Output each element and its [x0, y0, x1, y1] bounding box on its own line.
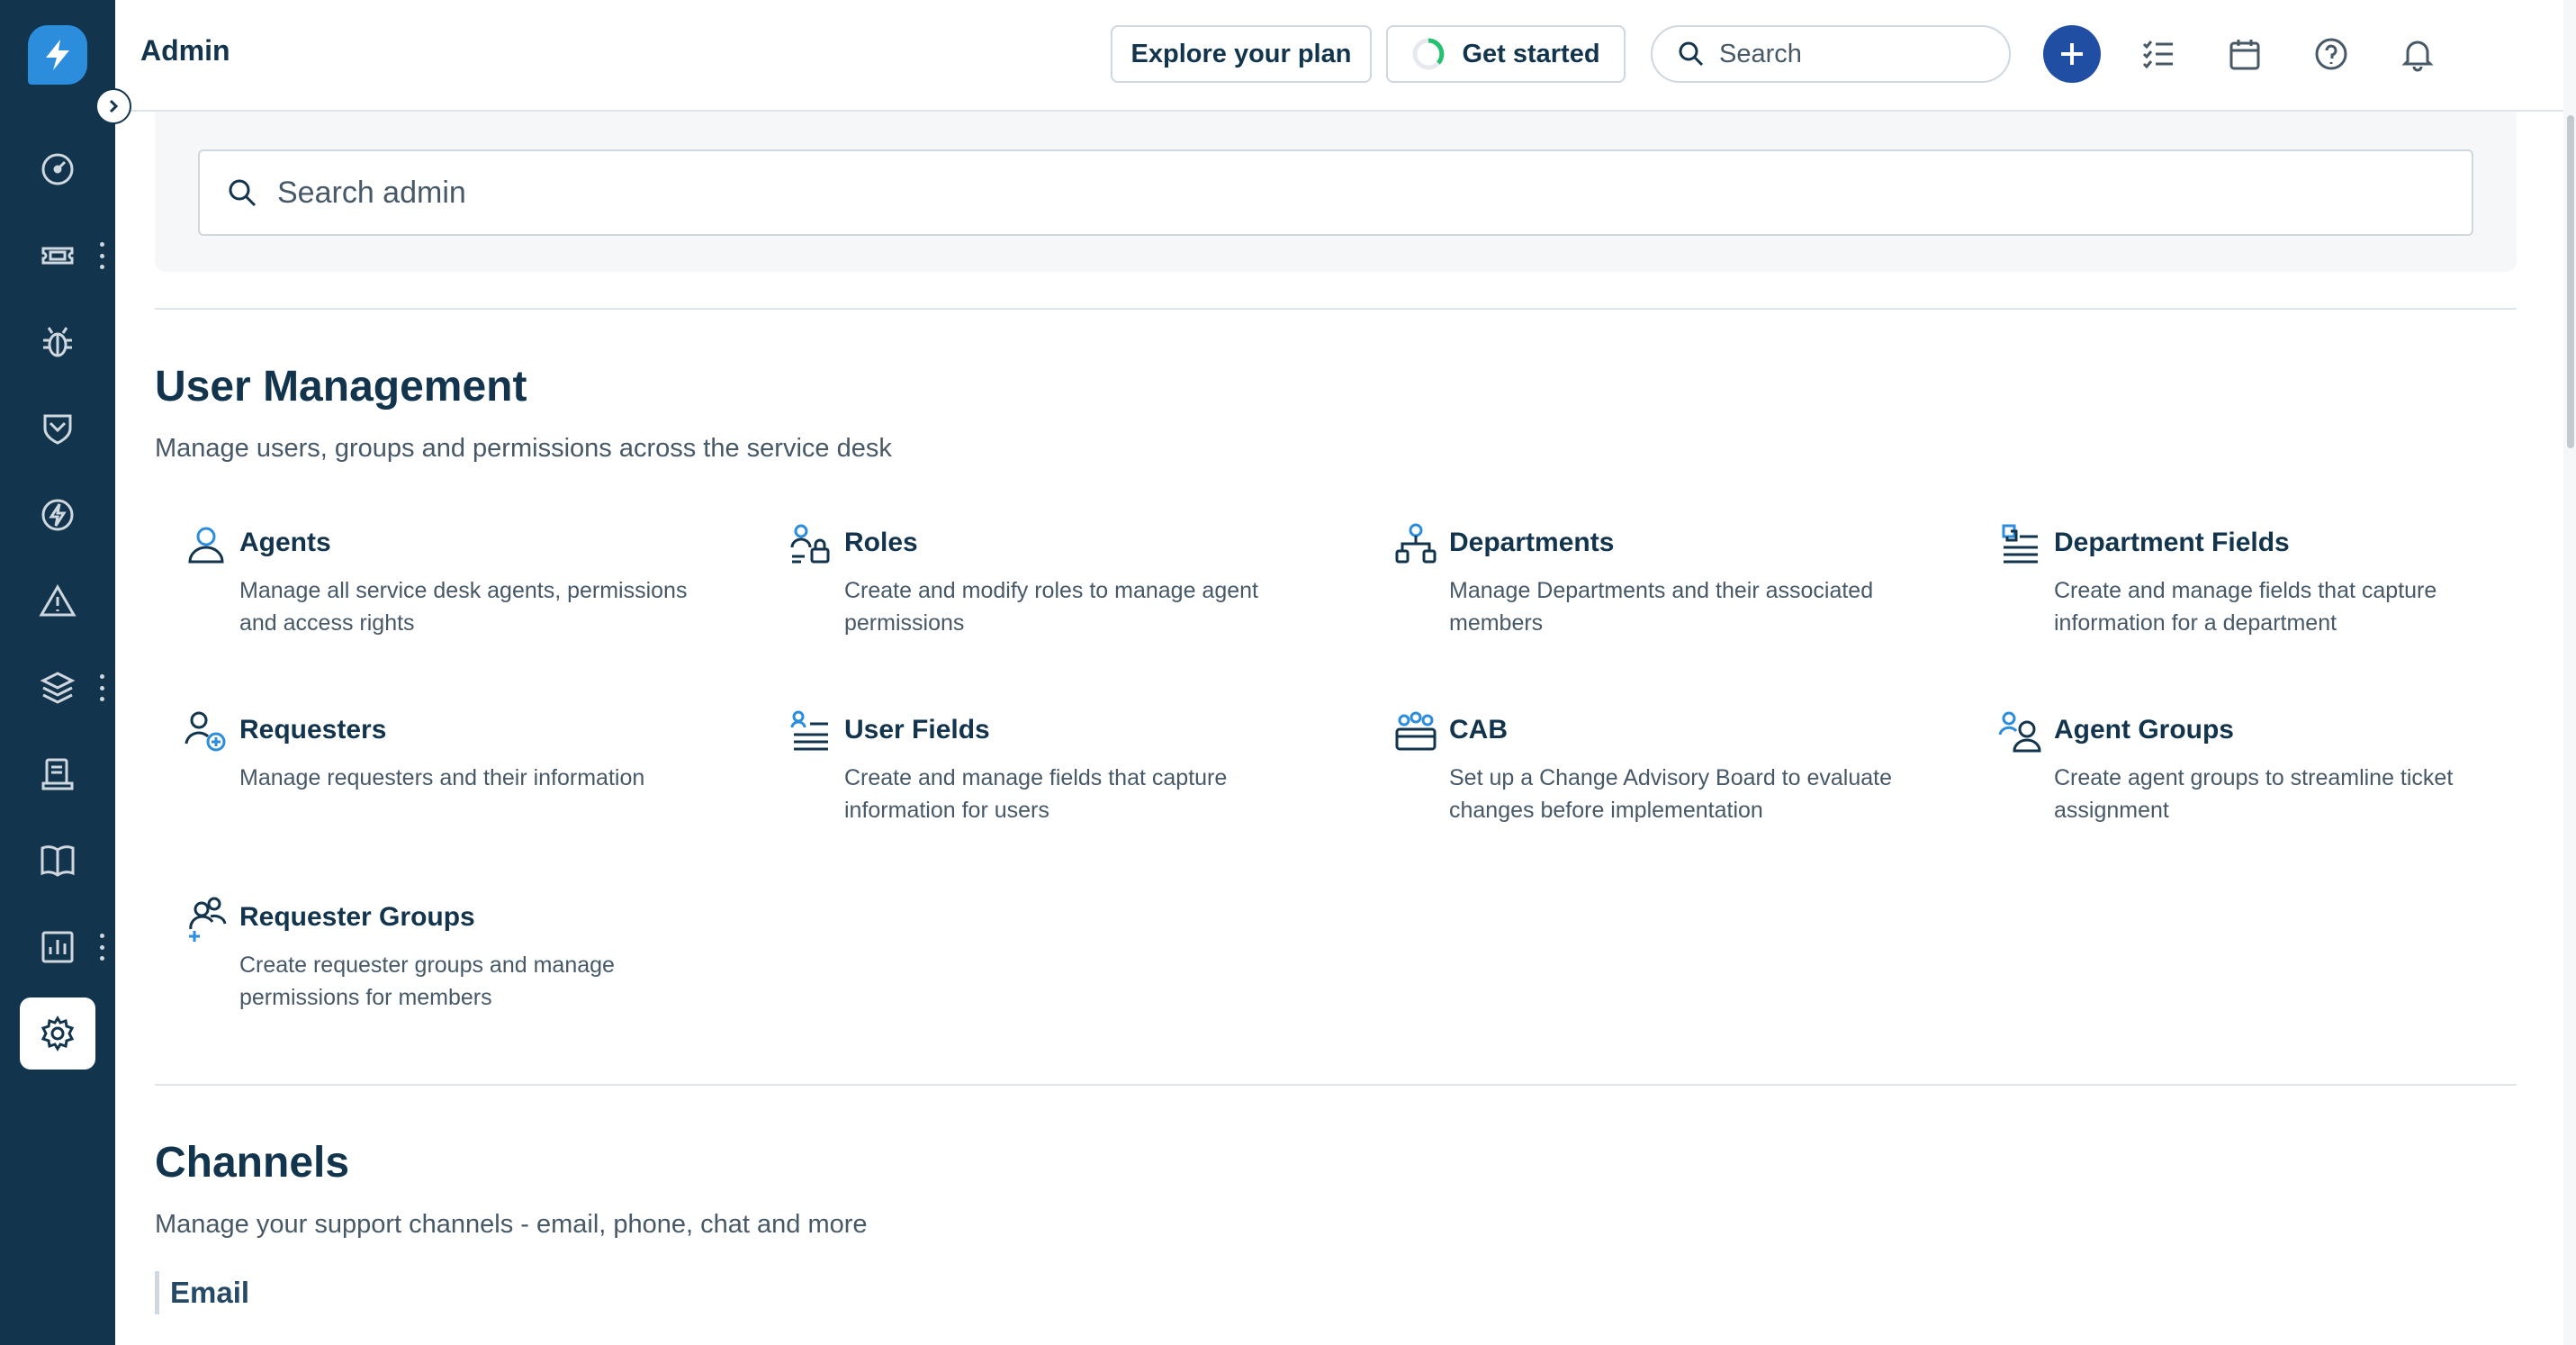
tickets-icon[interactable] [20, 220, 95, 292]
card-title: Requester Groups [239, 902, 475, 932]
get-started-label: Get started [1462, 39, 1600, 68]
search-placeholder: Search [1719, 39, 1802, 68]
assets-more-icon[interactable] [97, 674, 106, 701]
card-title: Agent Groups [2054, 715, 2234, 745]
card-description: Manage requesters and their information [239, 765, 645, 790]
card-description: Create requester groups and manage permi… [239, 952, 615, 1010]
admin-gear-icon[interactable] [20, 997, 95, 1070]
card-description: Create agent groups to streamline ticket… [2054, 765, 2454, 823]
section-divider [155, 308, 2517, 310]
channels-description: Manage your support channels - email, ph… [155, 1210, 868, 1239]
admin-search-placeholder: Search admin [277, 175, 466, 210]
analytics-chart-icon[interactable] [20, 911, 95, 983]
card-description: Create and manage fields that capture in… [2054, 578, 2437, 636]
user-management-heading: User Management [155, 363, 527, 411]
explore-plan-button[interactable]: Explore your plan [1111, 25, 1372, 83]
card-title: Roles [844, 528, 918, 557]
logo-icon[interactable] [28, 25, 87, 85]
card-title: Requesters [239, 715, 387, 745]
assets-layers-icon[interactable] [20, 652, 95, 724]
changes-shield-icon[interactable] [20, 393, 95, 465]
card-description: Create and manage fields that capture in… [844, 765, 1228, 823]
alerts-warning-icon[interactable] [20, 565, 95, 637]
admin-search-input[interactable]: Search admin [198, 149, 2473, 236]
help-question-icon[interactable] [2302, 25, 2360, 83]
search-admin-panel: Search admin [155, 112, 2517, 272]
plus-icon [2061, 43, 2083, 65]
user-fields-icon [788, 709, 833, 754]
problems-bug-icon[interactable] [20, 306, 95, 378]
card-title: Departments [1449, 528, 1615, 557]
sidebar-expand-chevron-icon[interactable] [95, 88, 131, 124]
card-title: Agents [239, 528, 331, 557]
email-subheading: Email [155, 1271, 249, 1314]
search-icon [229, 179, 257, 207]
progress-ring-icon [1412, 38, 1445, 70]
user-management-description: Manage users, groups and permissions acr… [155, 434, 892, 463]
add-new-plus-button[interactable] [2043, 25, 2101, 83]
card-description: Manage Departments and their associated … [1449, 578, 1874, 636]
dashboard-icon[interactable] [20, 133, 95, 205]
top-header: Admin Explore your plan Get started Sear… [115, 0, 2576, 112]
card-description: Manage all service desk agents, permissi… [239, 578, 688, 636]
tickets-more-icon[interactable] [97, 242, 106, 269]
requester-groups-icon [184, 897, 229, 942]
card-title: CAB [1449, 715, 1508, 745]
section-divider [155, 1084, 2517, 1086]
releases-bolt-icon[interactable] [20, 479, 95, 551]
card-description: Create and modify roles to manage agent … [844, 578, 1258, 636]
get-started-button[interactable]: Get started [1386, 25, 1626, 83]
cab-icon [1393, 709, 1438, 754]
agent-groups-icon [1998, 709, 2043, 754]
calendar-icon[interactable] [2216, 25, 2274, 83]
analytics-more-icon[interactable] [97, 934, 106, 961]
global-search-input[interactable]: Search [1651, 25, 2011, 83]
card-description: Set up a Change Advisory Board to evalua… [1449, 765, 1892, 823]
card-title: Department Fields [2054, 528, 2290, 557]
roles-icon [788, 522, 833, 567]
search-icon [1679, 41, 1704, 67]
sidebar [0, 0, 115, 1345]
solutions-book-icon[interactable] [20, 825, 95, 897]
page-scrollbar-thumb[interactable] [2567, 115, 2574, 448]
agent-icon [184, 522, 229, 567]
channels-heading: Channels [155, 1139, 350, 1187]
departments-icon [1393, 522, 1438, 567]
requesters-icon [184, 709, 229, 754]
notifications-bell-icon[interactable] [2389, 25, 2446, 83]
department-fields-icon [1998, 522, 2043, 567]
todo-checklist-icon[interactable] [2130, 25, 2187, 83]
page-title: Admin [140, 34, 230, 67]
service-catalog-icon[interactable] [20, 738, 95, 810]
card-title: User Fields [844, 715, 990, 745]
